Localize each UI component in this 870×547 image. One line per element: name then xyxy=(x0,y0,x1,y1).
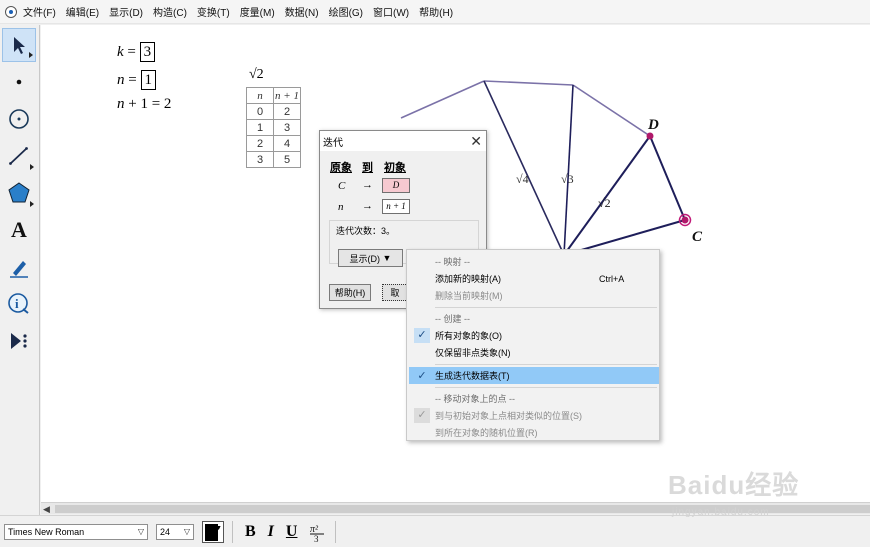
chevron-down-icon: ▽ xyxy=(137,527,144,536)
underline-button[interactable]: U xyxy=(286,523,298,541)
move-section-header: -- 移动对象上的点 -- xyxy=(435,394,515,404)
custom-tool-icon xyxy=(11,333,27,349)
segment[interactable] xyxy=(483,80,574,86)
map-target-field[interactable]: n + 1 xyxy=(382,199,410,214)
point-tool[interactable] xyxy=(2,65,36,99)
segment-label: √2 xyxy=(598,196,611,210)
pentagon-icon xyxy=(8,182,30,203)
chevron-down-icon: ▽ xyxy=(183,527,190,536)
font-size-select[interactable]: 24 ▽ xyxy=(156,523,194,540)
segment-label: √4 xyxy=(516,172,529,186)
checkmark-icon: ✓ xyxy=(417,370,427,382)
display-options-menu: -- 映射 -- 添加新的映射(A) Ctrl+A 删除当前映射(M) -- 创建… xyxy=(406,249,660,441)
watermark-url: jingyan.baidu.com xyxy=(672,507,770,518)
marker-pen-icon xyxy=(10,261,28,278)
menu-edit[interactable]: 编辑(E) xyxy=(66,4,99,19)
close-icon[interactable]: ✕ xyxy=(470,134,482,148)
point-icon xyxy=(16,79,22,85)
dialog-title: 迭代 xyxy=(323,137,343,149)
point-label-c[interactable]: C xyxy=(692,229,703,245)
initial-image-header: 初象 xyxy=(384,162,406,174)
menu-display[interactable]: 显示(D) xyxy=(109,4,143,19)
polygon-tool[interactable] xyxy=(2,176,36,210)
arrow-cursor-icon xyxy=(14,37,25,54)
display-dropdown-button[interactable]: 显示(D) ▼ xyxy=(338,249,403,267)
segment[interactable] xyxy=(400,80,485,119)
point-c[interactable] xyxy=(681,216,689,224)
arrow-right-icon: → xyxy=(362,179,373,191)
scroll-left-icon[interactable]: ◀ xyxy=(43,504,50,515)
baidu-watermark: Baidu经验 jingyan.baidu.com xyxy=(668,455,848,525)
menu-item-move-relative[interactable]: ✓ 到与初始对象上点相对类似的位置(S) xyxy=(409,407,659,424)
chevron-down-icon: ▼ xyxy=(215,524,222,532)
shortcut-label: Ctrl+A xyxy=(599,273,625,284)
iteration-count: 迭代次数：3。 xyxy=(336,226,396,236)
segment-label: √3 xyxy=(561,172,574,186)
menu-graph[interactable]: 绘图(G) xyxy=(329,4,363,19)
cancel-button[interactable]: 取 xyxy=(382,284,408,301)
select-arrow-tool[interactable] xyxy=(2,28,36,62)
point-label-d[interactable]: D xyxy=(647,117,659,133)
arrow-right-icon: → xyxy=(362,200,373,212)
segment[interactable] xyxy=(572,84,651,137)
help-button[interactable]: 帮助(H) xyxy=(329,284,371,301)
pre-image-header: 原象 xyxy=(330,162,352,174)
compass-tool[interactable] xyxy=(2,102,36,136)
checkmark-icon: ✓ xyxy=(414,408,430,423)
create-section-header: -- 创建 -- xyxy=(435,314,470,324)
segment[interactable] xyxy=(563,84,574,256)
to-header: 到 xyxy=(362,162,373,174)
segment-icon xyxy=(9,147,28,165)
svg-text:3: 3 xyxy=(314,534,319,543)
math-format-icon[interactable]: π² 3 xyxy=(307,521,327,543)
menu-construct[interactable]: 构造(C) xyxy=(153,4,187,19)
segment-dc[interactable] xyxy=(649,135,686,221)
map-row-var: n xyxy=(338,201,344,213)
caret-down-icon: ▼ xyxy=(382,253,392,263)
map-target-field[interactable]: D xyxy=(382,178,410,193)
text-color-picker[interactable]: ▼ xyxy=(202,520,224,543)
text-a-icon: A xyxy=(11,217,27,242)
menu-item-non-point-images[interactable]: 仅保留非点类象(N) xyxy=(409,344,659,361)
mapping-section-header: -- 映射 -- xyxy=(435,257,470,267)
custom-tools[interactable] xyxy=(2,324,36,358)
straightedge-tool[interactable] xyxy=(2,139,36,173)
menu-window[interactable]: 窗口(W) xyxy=(373,4,409,19)
information-tool[interactable]: i xyxy=(2,287,36,321)
circle-icon xyxy=(9,109,29,129)
point-d[interactable] xyxy=(646,132,654,140)
menu-item-add-mapping[interactable]: 添加新的映射(A) Ctrl+A xyxy=(409,270,659,287)
toolbox: A i xyxy=(0,25,40,515)
info-icon: i xyxy=(8,293,29,314)
menu-file[interactable]: 文件(F) xyxy=(23,4,56,19)
italic-button[interactable]: I xyxy=(268,523,274,541)
menu-item-delete-mapping[interactable]: 删除当前映射(M) xyxy=(409,287,659,304)
bold-button[interactable]: B xyxy=(245,523,256,541)
menu-transform[interactable]: 变换(T) xyxy=(197,4,230,19)
svg-text:i: i xyxy=(15,296,19,311)
marker-tool[interactable] xyxy=(2,250,36,284)
menu-item-generate-table[interactable]: ✓ 生成迭代数据表(T) xyxy=(409,367,659,384)
text-tool[interactable]: A xyxy=(2,213,36,247)
segment[interactable] xyxy=(483,80,565,256)
map-row-var: C xyxy=(338,180,346,192)
menu-item-move-random[interactable]: 到所在对象的随机位置(R) xyxy=(409,424,659,441)
menu-help[interactable]: 帮助(H) xyxy=(419,4,453,19)
menu-measure[interactable]: 度量(M) xyxy=(240,4,275,19)
dialog-titlebar[interactable]: 迭代 ✕ xyxy=(320,131,486,151)
checkmark-icon: ✓ xyxy=(414,328,430,343)
menu-item-all-images[interactable]: ✓ 所有对象的象(O) xyxy=(409,327,659,344)
font-family-select[interactable]: Times New Roman ▽ xyxy=(4,523,148,540)
menu-bar: 文件(F) 编辑(E) 显示(D) 构造(C) 变换(T) 度量(M) 数据(N… xyxy=(0,0,870,24)
app-icon[interactable] xyxy=(5,5,17,18)
watermark-logo-text: Baidu经验 xyxy=(668,470,800,500)
menu-data[interactable]: 数据(N) xyxy=(285,4,319,19)
